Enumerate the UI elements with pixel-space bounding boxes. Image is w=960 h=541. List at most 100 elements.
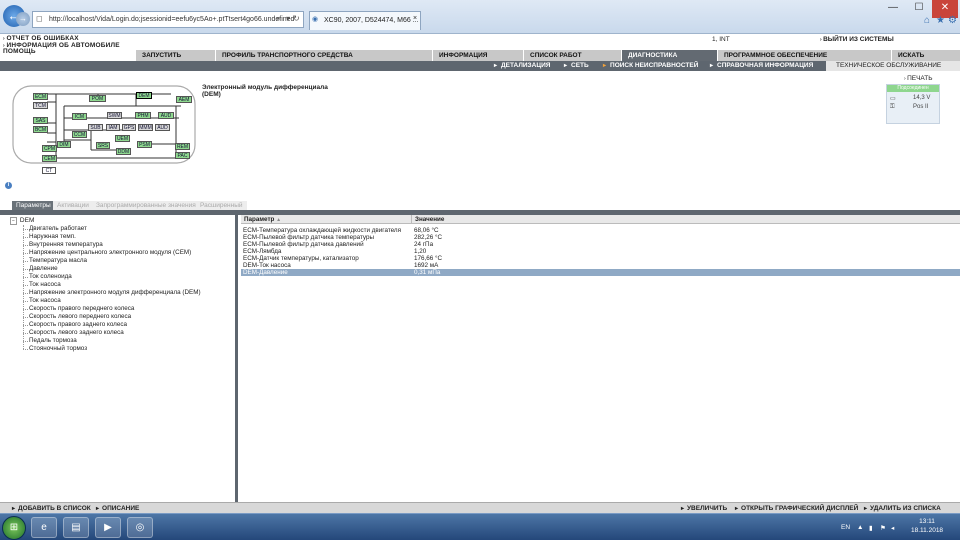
module-ct[interactable]: CT [42,167,56,174]
user-label: 1, INT [712,36,730,43]
module-srs[interactable]: SRS [96,142,110,149]
table-row[interactable]: ECM-Лямбда 1,20 [241,248,960,255]
ie-taskbar-icon[interactable]: e [31,517,57,538]
module-pom[interactable]: POM [89,95,106,102]
tree-item[interactable]: Ток насоса [23,297,61,304]
ignition-row: ⚿ Pos II [890,104,929,110]
tree-item[interactable]: Скорость правого заднего колеса [22,321,127,328]
main-nav: ЗАПУСТИТЬ ПРОФИЛЬ ТРАНСПОРТНОГО СРЕДСТВА… [0,50,960,61]
tab-software[interactable]: ПРОГРАММНОЕ ОБЕСПЕЧЕНИЕ [718,50,891,61]
settings-gear-icon[interactable]: ⚙ [948,15,957,26]
module-icm[interactable]: ICM [72,113,87,120]
language-indicator[interactable]: EN [841,524,850,531]
tree-item[interactable]: Напряжение центрального электронного мод… [22,249,191,256]
folder-taskbar-icon[interactable]: ▤ [63,517,89,538]
module-pac[interactable]: PAC [175,152,190,159]
logout-link[interactable]: › ВЫЙТИ ИЗ СИСТЕМЫ [820,36,894,43]
tree-item[interactable]: Скорость левого заднего колеса [23,329,124,336]
subtab-details[interactable]: ▸ ДЕТАЛИЗАЦИЯ [494,61,550,71]
column-header-value[interactable]: Значение [411,215,444,224]
module-tcm[interactable]: TCM [33,102,48,109]
module-title: Электронный модуль дифференциала (DEM) [202,84,328,98]
module-phm[interactable]: PHM [135,112,151,119]
sub-nav: ▸ ДЕТАЛИЗАЦИЯ ▸ СЕТЬ ▸ ПОИСК НЕИСПРАВНОСТЕЙ… [0,61,960,71]
page-icon: ◻ [36,14,43,23]
favorites-star-icon[interactable]: ★ [936,15,945,26]
table-row[interactable]: ECM-Пылевой фильтр датчика давлений 24 гП… [241,241,960,248]
module-swm[interactable]: SWM [107,112,122,119]
tab-diagnostics[interactable]: ДИАГНОСТИКА [622,50,717,61]
print-link[interactable]: › ПЕЧАТЬ [904,75,932,82]
media-player-taskbar-icon[interactable]: ▶ [95,517,121,538]
tree-item[interactable]: Педаль тормоза [23,337,77,344]
module-uem[interactable]: UEM [115,135,130,142]
tree-item[interactable]: Температура масла [22,257,87,264]
battery-icon: ▭ [890,96,896,102]
tree-item[interactable]: Скорость левого переднего колеса [22,313,131,320]
clock[interactable]: 13:11 18.11.2018 [911,517,943,535]
volume-icon[interactable]: ◂ [891,524,894,532]
table-row[interactable]: ECM-Датчик температуры, катализатор 176,6… [241,255,960,262]
start-button-icon[interactable]: ⊞ [2,516,26,540]
module-cpm[interactable]: CPM [42,145,57,152]
tab-search[interactable]: ИСКАТЬ [892,50,960,61]
module-ddm[interactable]: DDM [116,148,131,155]
home-icon[interactable]: ⌂ [924,15,930,26]
tree-root[interactable]: − DEM [10,217,34,225]
subtab-maintenance[interactable]: ТЕХНИЧЕСКОЕ ОБСЛУЖИВАНИЕ [826,61,960,71]
column-header-parameter[interactable]: Параметр ▲ [244,215,281,225]
dropdown-icon[interactable]: ▾ [286,14,290,23]
tray-expand-icon[interactable]: ▲ [857,524,863,531]
module-dim[interactable]: DIM [57,141,71,148]
tab-work-list[interactable]: СПИСОК РАБОТ [524,50,621,61]
module-aud-1[interactable]: AUD [158,112,174,119]
tree-item[interactable]: Внутренняя температура [23,241,103,248]
tree-item[interactable]: Давление [23,265,58,272]
tree-item[interactable]: Стояночный тормоз [22,345,87,352]
module-aud-2[interactable]: AUD [155,124,170,131]
refresh-icon[interactable]: ↻ [293,14,300,23]
module-gps[interactable]: GPS [122,124,136,131]
module-psm[interactable]: PSM [137,141,152,148]
chrome-taskbar-icon[interactable]: ◎ [127,517,153,538]
flag-icon[interactable]: ⚑ [880,524,886,532]
module-mmm[interactable]: MMM [138,124,153,131]
module-ecm[interactable]: ECM [33,93,48,100]
tab-start[interactable]: ЗАПУСТИТЬ [136,50,215,61]
tree-item[interactable]: Двигатель работает [23,225,87,232]
network-icon[interactable]: ▮ [869,524,873,532]
search-icon[interactable]: ⌕ [276,14,280,24]
forward-arrow-icon[interactable]: → [16,12,30,26]
tree-item[interactable]: Ток соленоида [23,273,72,280]
subtab-network[interactable]: ▸ СЕТЬ [564,61,589,71]
module-bcm[interactable]: BCM [33,126,48,133]
module-sub[interactable]: SUB [88,124,103,131]
module-dem[interactable]: DEM [136,92,152,99]
module-cem[interactable]: CEM [42,155,57,162]
browser-tab[interactable]: XC90, 2007, D524474, M66 ... [309,11,421,30]
module-rem[interactable]: REM [175,143,190,150]
subtab-reference[interactable]: ▸ СПРАВОЧНАЯ ИНФОРМАЦИЯ [710,61,813,71]
connection-header: Подсоединен [887,85,939,92]
subtab-troubleshoot[interactable]: ▸ ПОИСК НЕИСПРАВНОСТЕЙ [603,61,698,71]
table-row[interactable]: ECM-Пылевой фильтр датчика температуры 28… [241,234,960,241]
tree-item[interactable]: Скорость правого переднего колеса [22,305,134,312]
table-row-selected[interactable]: DEM-Давление 0,31 мПа [241,269,960,276]
address-bar[interactable]: http://localhost/Vida/Login.do;jsessioni… [32,11,304,28]
tab-close-icon[interactable]: × [413,15,417,22]
tree-item[interactable]: Напряжение электронного модуля дифференц… [23,289,201,296]
collapse-icon[interactable]: − [10,217,17,225]
tab-vehicle-profile[interactable]: ПРОФИЛЬ ТРАНСПОРТНОГО СРЕДСТВА [216,50,432,61]
info-icon[interactable]: i [5,182,12,189]
table-row[interactable]: ECM-Температура охлаждающей жидкости дви… [241,227,960,234]
tab-information[interactable]: ИНФОРМАЦИЯ [433,50,523,61]
tree-item[interactable]: Ток насоса [23,281,61,288]
module-sas[interactable]: SAS [33,117,48,124]
minimize-button[interactable]: — [880,0,906,18]
connection-status: Подсоединен ▭ 14,3 V ⚿ Pos II [886,84,940,124]
tree-item[interactable]: Наружная темп. [23,233,76,240]
table-row[interactable]: DEM-Ток насоса 1692 мА [241,262,960,269]
module-iam[interactable]: IAM [106,124,120,131]
module-ccm[interactable]: CCM [72,131,87,138]
module-aem[interactable]: AEM [176,96,192,103]
